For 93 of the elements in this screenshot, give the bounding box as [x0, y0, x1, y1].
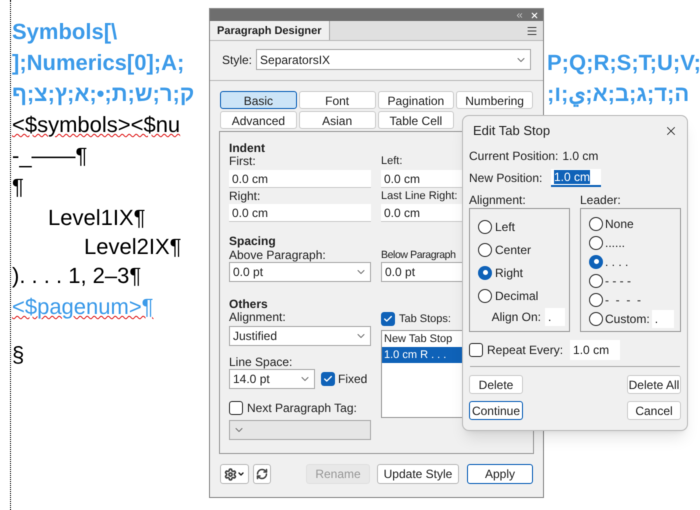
- above-paragraph-select[interactable]: 0.0 pt: [229, 262, 371, 282]
- label: First:: [229, 155, 256, 168]
- dialog-button[interactable]: Apply: [467, 464, 533, 484]
- label: Right:: [229, 189, 260, 203]
- settings-button[interactable]: [220, 464, 249, 484]
- dialog-button[interactable]: Cancel: [627, 401, 681, 420]
- label: . . . .: [605, 254, 628, 270]
- first-indent-field[interactable]: 0.0 cm: [229, 170, 371, 188]
- label: Next Paragraph Tag:: [247, 400, 357, 417]
- label: Indent: [229, 142, 265, 155]
- label: None: [605, 216, 634, 232]
- radio-button[interactable]: [589, 216, 603, 230]
- list-item[interactable]: 1.0 cm R . . .: [382, 346, 462, 362]
- caret-icon: [237, 470, 245, 478]
- custom-leader-field[interactable]: .: [652, 310, 674, 328]
- label: Custom:: [605, 310, 650, 328]
- radio-button[interactable]: [478, 266, 492, 280]
- label: Right: [495, 264, 524, 282]
- new-position-field[interactable]: 1.0 cm: [551, 169, 601, 187]
- document-text: -_——¶: [12, 143, 88, 168]
- label: Left:: [381, 155, 402, 168]
- line-space-select[interactable]: 14.0 pt: [229, 369, 315, 389]
- label: 1.0 cm: [562, 148, 598, 165]
- alignment-select[interactable]: Justified: [229, 326, 371, 346]
- tab[interactable]: Asian: [298, 111, 376, 129]
- panel-tab[interactable]: Paragraph Designer: [210, 21, 330, 40]
- label: - - - -: [605, 292, 641, 308]
- close-icon[interactable]: [664, 124, 678, 138]
- dialog-button[interactable]: Delete All: [627, 375, 681, 394]
- label: Below Paragraph: [381, 248, 456, 262]
- dialog-title: Edit Tab Stop: [473, 122, 550, 140]
- label: Fixed: [338, 371, 368, 388]
- label: Last Line Right:: [381, 189, 458, 203]
- label: Alignment:: [229, 311, 286, 324]
- label: Style:: [222, 52, 252, 68]
- list-item[interactable]: New Tab Stop: [382, 330, 454, 346]
- refresh-button[interactable]: [253, 464, 271, 484]
- label: Decimal: [495, 288, 538, 304]
- dialog-button[interactable]: Update Style: [377, 464, 459, 484]
- label: Line Space:: [229, 355, 292, 369]
- checkbox[interactable]: [469, 343, 483, 357]
- radio-button[interactable]: [589, 254, 603, 268]
- radio-button[interactable]: [478, 242, 492, 256]
- document-text: P;Q;R;S;T;U;V;: [547, 49, 700, 77]
- label: Current Position:: [469, 148, 558, 165]
- radio-button[interactable]: [589, 274, 603, 288]
- check-icon: [323, 374, 333, 384]
- document-text: <$pagenum>¶: [12, 294, 154, 319]
- label: Center: [495, 242, 532, 258]
- label: ......: [605, 234, 626, 252]
- document-text: ה;ד;ג;ב;א;ي;ו;: [547, 80, 690, 109]
- label: Repeat Every:: [487, 342, 564, 359]
- tab[interactable]: Font: [298, 91, 376, 109]
- label: Spacing: [229, 235, 276, 248]
- document-text: ];Numerics[0];A;: [12, 50, 184, 75]
- dialog-button[interactable]: Continue: [469, 401, 523, 420]
- document-text: ). . . . 1, 2–3¶: [12, 263, 142, 288]
- checkbox[interactable]: [381, 312, 395, 326]
- menu-icon[interactable]: [526, 24, 538, 36]
- checkbox[interactable]: [229, 401, 243, 415]
- document-text: Level1IX¶: [48, 205, 146, 230]
- dialog-button[interactable]: Delete: [469, 375, 523, 394]
- label: Others: [229, 298, 268, 311]
- radio-button[interactable]: [589, 236, 603, 250]
- refresh-icon: [256, 468, 268, 480]
- document-text: <$symbols><$nu: [12, 112, 180, 137]
- tab[interactable]: Advanced: [220, 111, 297, 129]
- check-icon: [383, 314, 393, 324]
- radio-button[interactable]: [589, 312, 603, 326]
- label: Tab Stops:: [399, 312, 451, 327]
- radio-button[interactable]: [589, 292, 603, 306]
- tab[interactable]: Table Cell: [378, 111, 454, 129]
- gear-icon: [224, 468, 237, 480]
- align-on-field[interactable]: .: [545, 308, 565, 326]
- label: - - - -: [605, 272, 631, 290]
- document-text: ק;ר;ש;ת;•;ﬡ;ץ;צ;ף: [12, 81, 194, 106]
- tab[interactable]: Basic: [220, 91, 297, 109]
- right-indent-field[interactable]: 0.0 cm: [229, 204, 371, 222]
- tab[interactable]: Pagination: [378, 91, 454, 109]
- document-text: Level2IX¶: [84, 234, 182, 259]
- collapse-icon[interactable]: [515, 10, 524, 20]
- label: Above Paragraph:: [229, 248, 326, 262]
- label: Align On:: [492, 309, 541, 326]
- checkbox[interactable]: [321, 372, 335, 386]
- label: Leader:: [580, 192, 622, 208]
- document-text: Symbols[\: [12, 19, 118, 44]
- tab[interactable]: Numbering: [456, 91, 533, 109]
- document-text: §: [12, 342, 24, 367]
- radio-button[interactable]: [478, 288, 492, 302]
- style-select[interactable]: SeparatorsIX: [256, 49, 531, 70]
- document-text: ¶: [12, 174, 24, 199]
- repeat-every-field[interactable]: 1.0 cm: [570, 340, 620, 360]
- radio-button[interactable]: [478, 220, 492, 234]
